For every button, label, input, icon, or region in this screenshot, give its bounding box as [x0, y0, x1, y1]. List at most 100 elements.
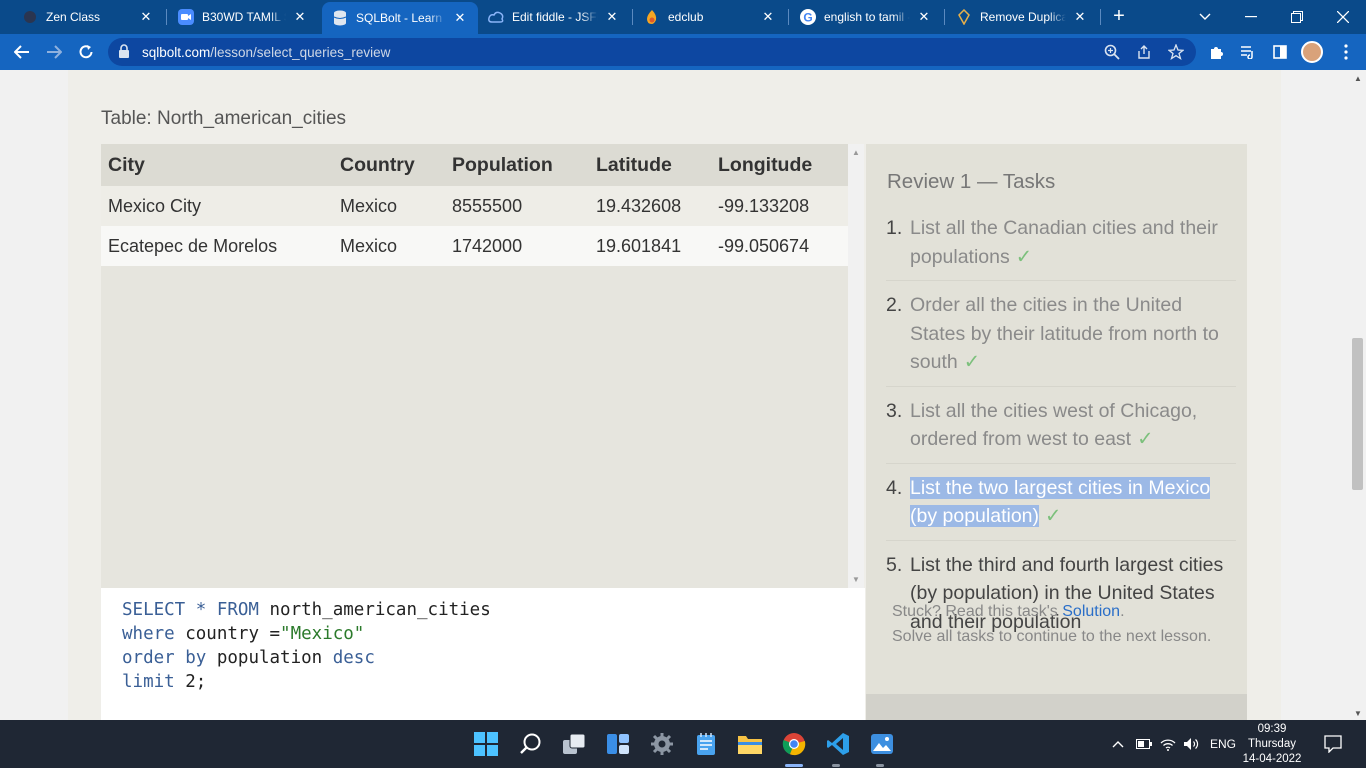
close-tab-icon[interactable]: ✕	[604, 9, 620, 25]
notifications-icon[interactable]	[1324, 720, 1342, 768]
sql-keyword: where	[122, 624, 175, 644]
minimize-button[interactable]	[1228, 0, 1274, 34]
checkmark-icon: ✓	[963, 351, 981, 373]
side-panel-icon[interactable]	[1268, 40, 1292, 64]
stuck-text: Stuck? Read this task's	[892, 603, 1063, 620]
page-scrollbar[interactable]: ▲ ▼	[1349, 70, 1366, 720]
url-text: sqlbolt.com/lesson/select_queries_review	[142, 45, 390, 60]
results-scrollbar[interactable]: ▲ ▼	[848, 144, 864, 588]
table-caption: Table: North_american_cities	[101, 108, 347, 129]
task-text: List all the Canadian cities and their p…	[910, 217, 1218, 268]
tab-title: Zen Class	[46, 10, 101, 24]
solution-link[interactable]: Solution	[1062, 603, 1120, 620]
cell-city: Ecatepec de Morelos	[101, 226, 333, 266]
wifi-icon[interactable]	[1160, 720, 1176, 768]
tab-search-icon[interactable]	[1182, 0, 1228, 34]
tasks-panel: Review 1 — Tasks 1. List all the Canadian…	[866, 144, 1247, 694]
close-tab-icon[interactable]: ✕	[760, 9, 776, 25]
tab-zen-class[interactable]: Zen Class ✕	[12, 0, 164, 34]
tab-english-to-tamil[interactable]: G english to tamil - ✕	[790, 0, 942, 34]
reload-button[interactable]	[74, 40, 98, 64]
lock-icon[interactable]	[118, 44, 130, 63]
clock[interactable]: 09:39 Thursday 14-04-2022	[1240, 722, 1304, 767]
sql-string: "Mexico"	[280, 624, 365, 644]
close-tab-icon[interactable]: ✕	[138, 9, 154, 25]
scroll-down-arrow-icon[interactable]: ▼	[852, 575, 860, 584]
close-tab-icon[interactable]: ✕	[452, 10, 468, 26]
cell-longitude: -99.133208	[711, 186, 848, 226]
new-tab-button[interactable]: +	[1108, 5, 1130, 27]
sql-query-editor[interactable]: SELECT * FROM north_american_cities wher…	[101, 588, 865, 720]
sql-text: population	[206, 648, 333, 668]
task-number: 4.	[886, 476, 903, 499]
task-hint: Stuck? Read this task's Solution. Solve …	[892, 599, 1212, 649]
battery-icon[interactable]	[1136, 720, 1152, 768]
back-button[interactable]	[10, 40, 34, 64]
sql-keyword: limit	[122, 672, 175, 692]
page-viewport: Table: North_american_cities City Countr…	[0, 70, 1366, 720]
forward-button[interactable]	[42, 40, 66, 64]
extensions-icon[interactable]	[1204, 40, 1228, 64]
tab-title: Edit fiddle - JSFid	[512, 10, 598, 24]
file-explorer-icon[interactable]	[736, 730, 764, 758]
sql-keyword: order by	[122, 648, 207, 668]
tab-b30wd[interactable]: B30WD TAMIL Se ✕	[168, 0, 318, 34]
results-table-panel: City Country Population Latitude Longitu…	[101, 144, 848, 588]
query-text[interactable]: SELECT * FROM north_american_cities wher…	[122, 598, 491, 694]
close-tab-icon[interactable]: ✕	[1072, 9, 1088, 25]
address-bar[interactable]: sqlbolt.com/lesson/select_queries_review	[108, 38, 1196, 66]
close-tab-icon[interactable]: ✕	[916, 9, 932, 25]
notepad-icon[interactable]	[692, 730, 720, 758]
task-item: 1. List all the Canadian cities and their…	[886, 214, 1236, 281]
tab-strip: Zen Class ✕ B30WD TAMIL Se ✕ SQLBolt - L…	[0, 0, 1366, 34]
column-header-population: Population	[445, 144, 589, 186]
tab-edclub[interactable]: edclub ✕	[634, 0, 786, 34]
cell-population: 1742000	[445, 226, 589, 266]
scroll-down-arrow-icon[interactable]: ▼	[1354, 709, 1362, 718]
svg-text:G: G	[803, 11, 812, 25]
tab-title: Remove Duplicat	[980, 10, 1066, 24]
menu-icon[interactable]	[1334, 40, 1358, 64]
windows-taskbar: ENG 09:39 Thursday 14-04-2022	[0, 720, 1366, 768]
windows-start-icon[interactable]	[472, 730, 500, 758]
reading-list-icon[interactable]	[1236, 40, 1260, 64]
browser-toolbar: sqlbolt.com/lesson/select_queries_review	[0, 34, 1366, 70]
search-icon[interactable]	[517, 730, 545, 758]
task-view-icon[interactable]	[560, 730, 588, 758]
widgets-icon[interactable]	[604, 730, 632, 758]
cell-country: Mexico	[333, 226, 445, 266]
language-indicator[interactable]: ENG	[1210, 720, 1236, 768]
bookmark-star-icon[interactable]	[1166, 42, 1186, 62]
settings-gear-icon[interactable]	[648, 730, 676, 758]
close-tab-icon[interactable]: ✕	[292, 9, 308, 25]
edclub-icon	[644, 9, 660, 25]
zen-icon	[22, 9, 38, 25]
restore-button[interactable]	[1274, 0, 1320, 34]
tab-jsfiddle[interactable]: Edit fiddle - JSFid ✕	[478, 0, 630, 34]
avatar[interactable]	[1301, 41, 1323, 63]
photos-icon[interactable]	[868, 730, 896, 758]
close-window-button[interactable]	[1320, 0, 1366, 34]
vscode-icon[interactable]	[824, 730, 852, 758]
sql-text: 2;	[174, 672, 207, 692]
checkmark-icon: ✓	[1015, 245, 1033, 268]
tab-remove-duplicates[interactable]: Remove Duplicat ✕	[946, 0, 1098, 34]
sql-text: north_american_cities	[258, 600, 491, 620]
column-header-country: Country	[333, 144, 445, 186]
cell-city: Mexico City	[101, 186, 333, 226]
zoom-icon[interactable]	[1102, 42, 1122, 62]
cell-latitude: 19.601841	[589, 226, 711, 266]
tab-sqlbolt[interactable]: SQLBolt - Learn S ✕	[322, 2, 478, 34]
google-icon: G	[800, 9, 816, 25]
active-app-indicator	[785, 764, 803, 767]
scroll-up-arrow-icon[interactable]: ▲	[1354, 74, 1362, 83]
show-hidden-icons-chevron-up-icon[interactable]	[1112, 720, 1124, 768]
volume-icon[interactable]	[1183, 720, 1201, 768]
jsfiddle-icon	[488, 9, 504, 25]
task-item: 3. List all the cities west of Chicago, o…	[886, 397, 1236, 464]
scroll-up-arrow-icon[interactable]: ▲	[852, 148, 860, 157]
chrome-icon[interactable]	[780, 730, 808, 758]
share-icon[interactable]	[1134, 42, 1154, 62]
scrollbar-thumb[interactable]	[1352, 338, 1363, 490]
tab-title: SQLBolt - Learn S	[356, 11, 446, 25]
